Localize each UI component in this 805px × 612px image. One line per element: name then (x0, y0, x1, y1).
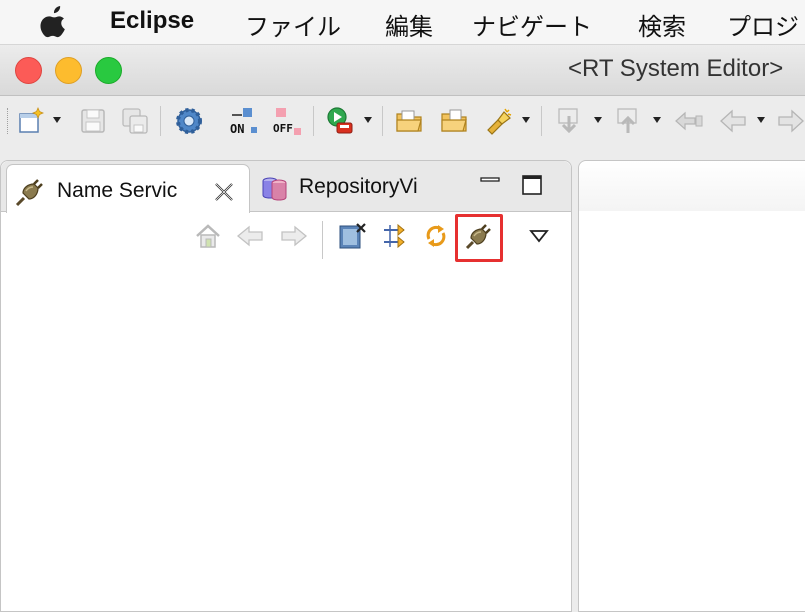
tab-name-service[interactable]: Name Servic (6, 164, 250, 213)
back-icon[interactable] (716, 104, 750, 138)
view-toolbar-separator (322, 221, 323, 259)
repository-icon (262, 177, 287, 201)
apple-logo-icon[interactable] (40, 6, 70, 38)
menu-project[interactable]: プロジ (727, 7, 799, 42)
menu-navigate[interactable]: ナビゲート (472, 7, 592, 42)
save-all-icon[interactable] (118, 104, 152, 138)
forward-icon[interactable] (774, 104, 805, 138)
run-icon[interactable] (322, 104, 356, 138)
menu-edit[interactable]: 編集 (385, 7, 433, 42)
zoom-window-button[interactable] (95, 57, 122, 84)
svg-text:ON: ON (230, 122, 244, 136)
tab-name-service-label: Name Servic (57, 179, 178, 202)
open-folder-alt-icon[interactable] (437, 104, 471, 138)
minimize-window-button[interactable] (55, 57, 82, 84)
toolbar-grip[interactable] (7, 108, 11, 134)
back-arrow-icon[interactable] (233, 219, 267, 253)
view-tab-strip: Name Servic RepositoryVi (1, 161, 571, 213)
filter-icon[interactable] (379, 219, 413, 253)
name-service-view: Name Servic RepositoryVi (0, 160, 572, 612)
settings-gear-icon[interactable] (172, 104, 206, 138)
close-window-button[interactable] (15, 57, 42, 84)
prev-annotation-icon[interactable] (611, 104, 645, 138)
main-toolbar: ON OFF (0, 96, 805, 152)
toolbar-separator (160, 106, 161, 136)
clear-zombie-icon[interactable] (335, 219, 369, 253)
last-edit-icon[interactable] (672, 104, 706, 138)
tab-repository-label: RepositoryVi (299, 175, 418, 198)
toolbar-separator (541, 106, 542, 136)
next-annotation-dropdown-icon[interactable] (594, 116, 602, 124)
all-off-icon[interactable]: OFF (270, 104, 304, 138)
maximize-view-icon[interactable] (521, 174, 543, 196)
prev-annotation-dropdown-icon[interactable] (653, 116, 661, 124)
view-menu-icon[interactable] (529, 229, 549, 243)
toolbar-separator (382, 106, 383, 136)
open-folder-icon[interactable] (392, 104, 426, 138)
save-icon[interactable] (76, 104, 110, 138)
search-dropdown-icon[interactable] (522, 116, 530, 124)
forward-arrow-icon[interactable] (277, 219, 311, 253)
svg-text:OFF: OFF (273, 122, 293, 135)
next-annotation-icon[interactable] (552, 104, 586, 138)
new-wizard-dropdown-icon[interactable] (53, 116, 61, 124)
window-title: <RT System Editor> (568, 55, 784, 82)
menu-file[interactable]: ファイル (245, 7, 341, 42)
connect-name-server-icon[interactable] (462, 219, 496, 253)
all-on-icon[interactable]: ON (226, 104, 260, 138)
menu-app-name[interactable]: Eclipse (110, 7, 194, 35)
tab-repository-view[interactable]: RepositoryVi (251, 164, 461, 210)
editor-top-gradient (579, 161, 805, 211)
new-wizard-icon[interactable] (14, 104, 48, 138)
toolbar-separator (313, 106, 314, 136)
menu-search[interactable]: 検索 (638, 7, 686, 42)
home-icon[interactable] (191, 219, 225, 253)
editor-area[interactable] (578, 160, 805, 612)
window-title-bar: <RT System Editor> (0, 45, 805, 96)
close-tab-icon[interactable] (212, 180, 236, 204)
search-flashlight-icon[interactable] (482, 104, 516, 138)
back-dropdown-icon[interactable] (757, 116, 765, 124)
minimize-view-icon[interactable] (479, 174, 501, 194)
plug-icon (15, 179, 43, 207)
macos-menu-bar: Eclipse ファイル 編集 ナビゲート 検索 プロジ (0, 0, 805, 45)
run-dropdown-icon[interactable] (364, 116, 372, 124)
refresh-icon[interactable] (419, 219, 453, 253)
